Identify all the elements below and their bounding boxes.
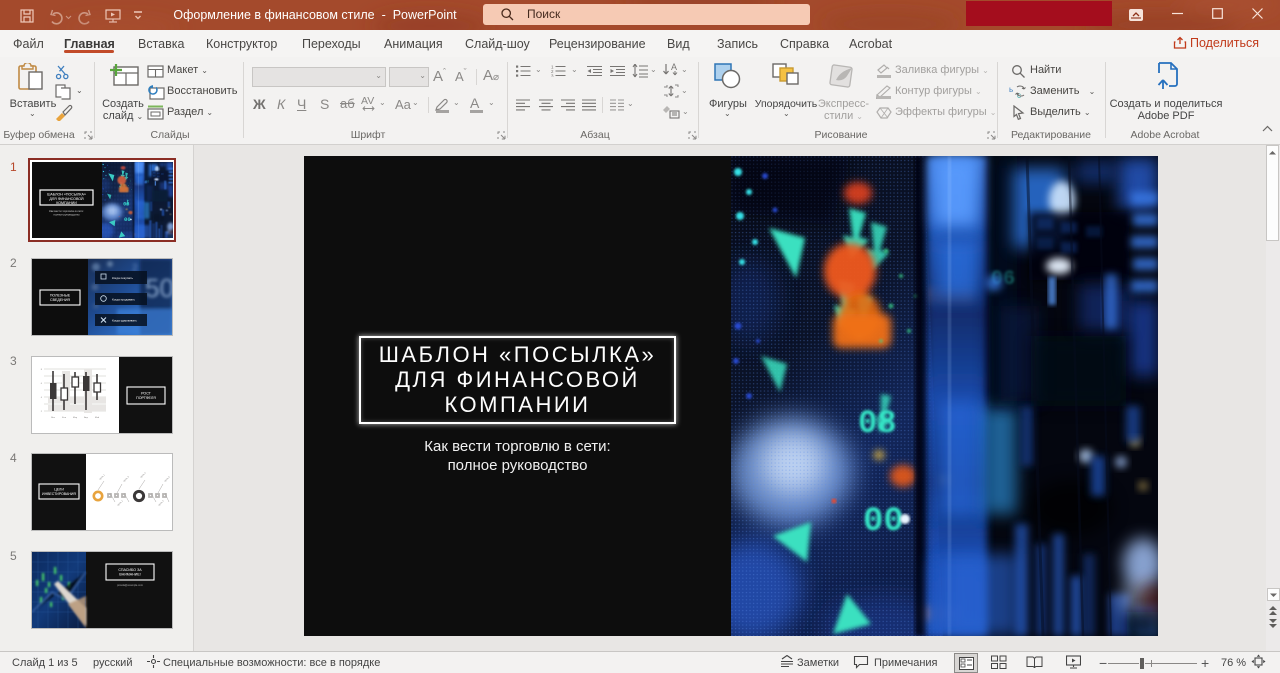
svg-text:A: A bbox=[671, 63, 677, 72]
svg-text:ПОЛЕЗНЫЕ: ПОЛЕЗНЫЕ bbox=[50, 294, 71, 298]
svg-text:Когда удерживать: Когда удерживать bbox=[112, 319, 137, 323]
svg-text:AV: AV bbox=[361, 95, 374, 107]
svg-text:КОМПАНИИ: КОМПАНИИ bbox=[56, 201, 77, 205]
svg-text:ВНИМАНИЕ!: ВНИМАНИЕ! bbox=[119, 573, 141, 577]
svg-text:50: 50 bbox=[145, 273, 172, 303]
svg-text:СВЕДЕНИЯ: СВЕДЕНИЯ bbox=[50, 298, 70, 302]
svg-text:ь: ь bbox=[1009, 85, 1013, 94]
svg-text:3: 3 bbox=[551, 73, 554, 77]
svg-text:Когда продавать: Когда продавать bbox=[112, 298, 135, 302]
svg-text:полное руководство: полное руководство bbox=[53, 213, 80, 217]
svg-text:ЦЕЛИ: ЦЕЛИ bbox=[54, 488, 64, 492]
svg-text:ПОРТФЕЛЯ: ПОРТФЕЛЯ bbox=[136, 396, 156, 400]
svg-text:pravda@example.com: pravda@example.com bbox=[117, 583, 143, 587]
svg-text:Когда покупать: Когда покупать bbox=[112, 276, 133, 280]
svg-text:ИНВЕСТИРОВАНИЯ: ИНВЕСТИРОВАНИЯ bbox=[42, 492, 76, 496]
svg-text:РОСТ: РОСТ bbox=[141, 392, 152, 396]
svg-text:Май: Май bbox=[95, 416, 100, 419]
svg-text:СПАСИБО ЗА: СПАСИБО ЗА bbox=[118, 568, 142, 572]
